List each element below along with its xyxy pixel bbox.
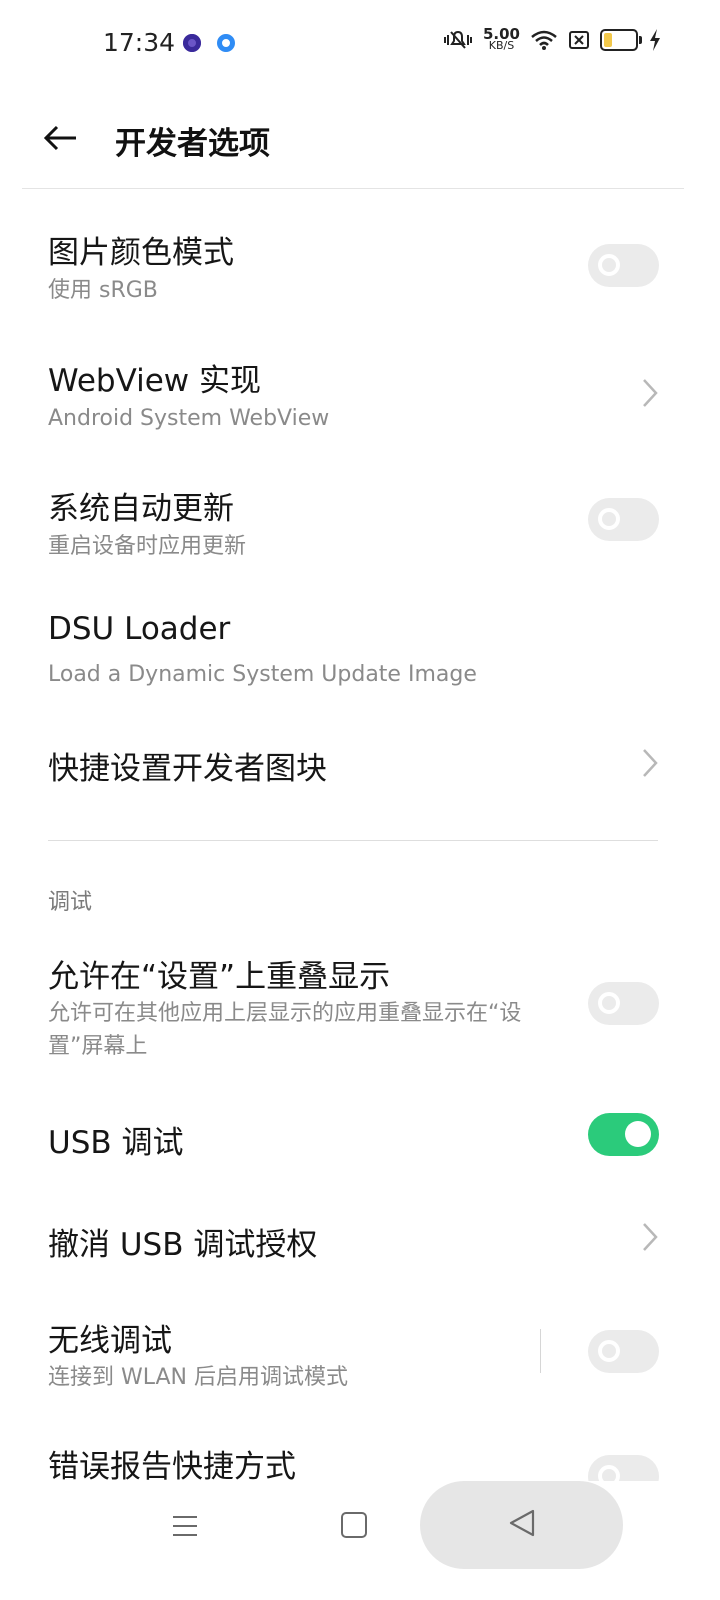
section-divider [48, 840, 658, 841]
setting-summary: Load a Dynamic System Update Image [48, 662, 477, 687]
toggle-knob [598, 1465, 620, 1481]
setting-title: 撤消 USB 调试授权 [48, 1227, 318, 1263]
wireless-debug-toggle[interactable] [588, 1330, 659, 1373]
setting-usb-debug[interactable]: USB 调试 [0, 1077, 720, 1193]
setting-summary: 连接到 WLAN 后启用调试模式 [48, 1365, 349, 1390]
setting-bugreport-shortcut[interactable]: 错误报告快捷方式 [0, 1419, 720, 1481]
setting-webview[interactable]: WebView 实现 Android System WebView [0, 317, 720, 445]
setting-title: 系统自动更新 [48, 491, 234, 527]
page-title: 开发者选项 [115, 126, 270, 162]
home-icon[interactable] [341, 1512, 367, 1538]
setting-title: 图片颜色模式 [48, 235, 234, 271]
section-header-debug: 调试 [48, 890, 93, 915]
setting-title: 允许在“设置”上重叠显示 [48, 959, 391, 995]
setting-title: 错误报告快捷方式 [48, 1449, 296, 1481]
setting-summary: 重启设备时应用更新 [48, 534, 247, 559]
net-speed-unit: KB/S [488, 39, 515, 52]
sim-none-icon [569, 31, 589, 49]
toggle-knob [598, 254, 620, 276]
usb-debug-toggle[interactable] [588, 1113, 659, 1156]
chevron-right-icon[interactable] [640, 377, 660, 409]
setting-summary: Android System WebView [48, 406, 330, 431]
navigation-bar [0, 1481, 720, 1600]
status-icons: 5.00 KB/S [443, 27, 662, 52]
setting-title: 快捷设置开发者图块 [48, 751, 327, 787]
bugreport-toggle[interactable] [588, 1455, 659, 1481]
toggle-knob [598, 508, 620, 530]
toggle-knob [598, 992, 620, 1014]
setting-quick-tiles[interactable]: 快捷设置开发者图块 [0, 701, 720, 827]
vertical-separator [540, 1329, 541, 1373]
toggle-knob [625, 1121, 651, 1147]
setting-color-mode[interactable]: 图片颜色模式 使用 sRGB [0, 189, 720, 317]
silent-bell-icon [443, 30, 472, 49]
setting-title: 无线调试 [48, 1323, 172, 1359]
setting-title: WebView 实现 [48, 363, 262, 399]
battery-icon [600, 29, 642, 51]
chevron-right-icon[interactable] [640, 747, 660, 779]
setting-revoke-usb[interactable]: 撤消 USB 调试授权 [0, 1193, 720, 1291]
toggle-knob [598, 1340, 620, 1362]
setting-auto-update[interactable]: 系统自动更新 重启设备时应用更新 [0, 445, 720, 573]
setting-wireless-debug[interactable]: 无线调试 连接到 WLAN 后启用调试模式 [0, 1291, 720, 1419]
color-mode-toggle[interactable] [588, 244, 659, 287]
charging-icon [650, 29, 660, 51]
setting-summary: 允许可在其他应用上层显示的应用重叠显示在“设置”屏幕上 [48, 1001, 522, 1059]
menu-icon[interactable] [172, 1513, 198, 1539]
notification-app-icon [183, 34, 201, 52]
back-arrow-icon[interactable] [40, 118, 80, 158]
status-time: 17:34 [103, 28, 176, 57]
wifi-icon [531, 30, 557, 50]
setting-dsu-loader[interactable]: DSU Loader Load a Dynamic System Update … [0, 573, 720, 701]
back-triangle-icon[interactable] [508, 1508, 536, 1538]
setting-overlay-settings[interactable]: 允许在“设置”上重叠显示 允许可在其他应用上层显示的应用重叠显示在“设置”屏幕上 [0, 927, 720, 1077]
app-header: 开发者选项 [0, 88, 720, 188]
net-speed: 5.00 KB/S [483, 27, 520, 52]
chevron-right-icon[interactable] [640, 1221, 660, 1253]
setting-title: DSU Loader [48, 611, 231, 647]
notification-app-icon-2 [217, 34, 235, 52]
status-bar: 17:34 5.00 KB/S [0, 0, 720, 88]
overlay-toggle[interactable] [588, 982, 659, 1025]
settings-list[interactable]: 图片颜色模式 使用 sRGB WebView 实现 Android System… [0, 189, 720, 1481]
auto-update-toggle[interactable] [588, 498, 659, 541]
setting-title: USB 调试 [48, 1125, 184, 1161]
setting-summary: 使用 sRGB [48, 278, 158, 303]
